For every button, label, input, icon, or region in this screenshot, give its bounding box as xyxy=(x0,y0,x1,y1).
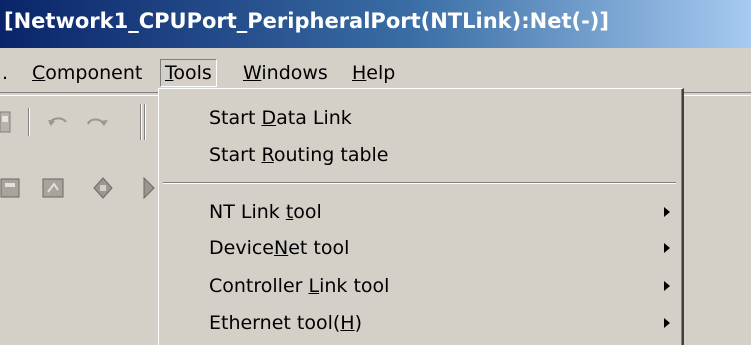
menu-item-start-data-link-label: Start Data Link xyxy=(209,101,352,135)
menu-item-nt-link-tool-label: NT Link tool xyxy=(209,195,322,229)
menu-item-ethernet-tool[interactable]: Ethernet tool(H) xyxy=(159,306,680,340)
submenu-arrow-icon xyxy=(664,207,670,217)
toolbar-separator xyxy=(144,104,146,140)
menu-separator xyxy=(163,182,676,184)
menu-item-nt-link-tool[interactable]: NT Link tool xyxy=(159,195,680,229)
label-part: Device xyxy=(209,237,274,259)
menu-help-accel: H xyxy=(352,62,367,84)
menu-item-devicenet-tool-label: DeviceNet tool xyxy=(209,231,349,265)
label-accel: D xyxy=(261,107,277,129)
disconnect-node-icon[interactable] xyxy=(132,176,156,200)
label-part: Ethernet tool( xyxy=(209,312,341,334)
redo-icon[interactable] xyxy=(84,112,110,134)
menu-item-start-data-link[interactable]: Start Data Link xyxy=(159,101,680,135)
menu-item-controller-link-tool[interactable]: Controller Link tool xyxy=(159,269,680,303)
menu-help-label: elp xyxy=(366,62,396,84)
toolbar-separator xyxy=(140,104,142,140)
label-part: Start xyxy=(209,107,262,129)
submenu-arrow-icon xyxy=(664,318,670,328)
connect-node-icon[interactable] xyxy=(90,176,116,200)
menu-tools-label: ools xyxy=(173,62,212,84)
paste-icon[interactable] xyxy=(0,110,14,136)
network-tool-icon[interactable] xyxy=(0,176,22,200)
label-accel: N xyxy=(273,237,289,259)
menu-item-devicenet-tool[interactable]: DeviceNet tool xyxy=(159,231,680,265)
label-part: NT Link xyxy=(209,201,286,223)
tools-menu-dropdown: Start Data Link Start Routing table NT L… xyxy=(158,88,684,345)
undo-icon[interactable] xyxy=(46,112,72,134)
menu-item-start-routing-table[interactable]: Start Routing table xyxy=(159,138,680,172)
label-part: ) xyxy=(354,312,362,334)
menu-item-truncated-label: . xyxy=(2,62,9,84)
menu-help[interactable]: Help xyxy=(352,60,395,86)
label-part: outing table xyxy=(273,144,389,166)
label-part: ink tool xyxy=(319,275,390,297)
submenu-arrow-icon xyxy=(664,281,670,291)
toolbar-separator xyxy=(28,108,30,136)
label-accel: H xyxy=(340,312,355,334)
menu-item-truncated: . xyxy=(2,60,8,86)
menu-item-start-routing-table-label: Start Routing table xyxy=(209,138,389,172)
label-part: ata Link xyxy=(276,107,352,129)
network-transfer-icon[interactable] xyxy=(42,176,66,200)
label-part: ool xyxy=(293,201,322,223)
label-part: Start xyxy=(209,144,262,166)
menu-bar: . Component Tools Windows Help xyxy=(0,54,751,90)
menu-item-controller-link-tool-label: Controller Link tool xyxy=(209,269,389,303)
menu-tools[interactable]: Tools xyxy=(160,59,217,87)
label-accel: L xyxy=(308,275,320,297)
menu-windows[interactable]: Windows xyxy=(243,60,328,86)
menu-component[interactable]: Component xyxy=(32,60,142,86)
app-window: [Network1_CPUPort_PeripheralPort(NTLink)… xyxy=(0,0,751,345)
window-title: [Network1_CPUPort_PeripheralPort(NTLink)… xyxy=(4,9,609,33)
label-part: et tool xyxy=(288,237,350,259)
menu-windows-accel: W xyxy=(243,62,262,84)
menu-item-ethernet-tool-label: Ethernet tool(H) xyxy=(209,306,362,340)
menu-windows-label: indows xyxy=(261,62,328,84)
label-accel: R xyxy=(261,144,274,166)
menu-component-label: omponent xyxy=(45,62,143,84)
menu-component-accel: C xyxy=(32,62,46,84)
submenu-arrow-icon xyxy=(664,243,670,253)
title-bar[interactable]: [Network1_CPUPort_PeripheralPort(NTLink)… xyxy=(0,0,751,48)
label-part: Controller xyxy=(209,275,309,297)
